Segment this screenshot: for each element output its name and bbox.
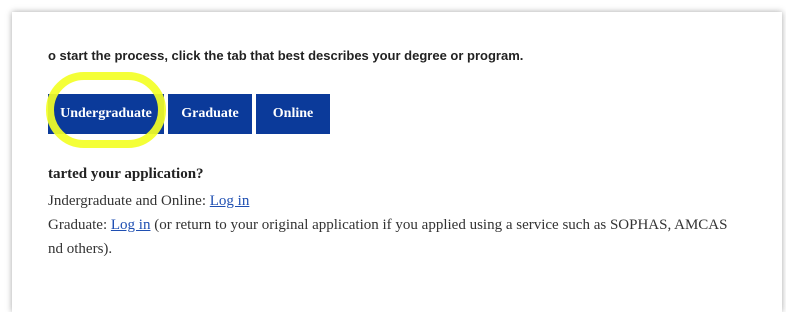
undergrad-online-label: Jndergraduate and Online: bbox=[48, 193, 210, 209]
graduate-label: Graduate: bbox=[48, 217, 111, 233]
undergrad-online-login-line: Jndergraduate and Online: Log in bbox=[48, 193, 249, 210]
graduate-login-link[interactable]: Log in bbox=[111, 217, 151, 233]
intro-text: o start the process, click the tab that … bbox=[48, 48, 524, 63]
undergrad-online-login-link[interactable]: Log in bbox=[210, 193, 250, 209]
graduate-login-line: Graduate: Log in (or return to your orig… bbox=[48, 217, 728, 234]
started-heading: tarted your application? bbox=[48, 166, 204, 182]
graduate-note: (or return to your original application … bbox=[150, 217, 728, 233]
graduate-note-continued: nd others). bbox=[48, 241, 113, 257]
tab-undergraduate[interactable]: Undergraduate bbox=[48, 94, 164, 134]
content-panel: o start the process, click the tab that … bbox=[12, 12, 782, 312]
tab-online[interactable]: Online bbox=[256, 94, 330, 134]
tab-graduate[interactable]: Graduate bbox=[168, 94, 252, 134]
